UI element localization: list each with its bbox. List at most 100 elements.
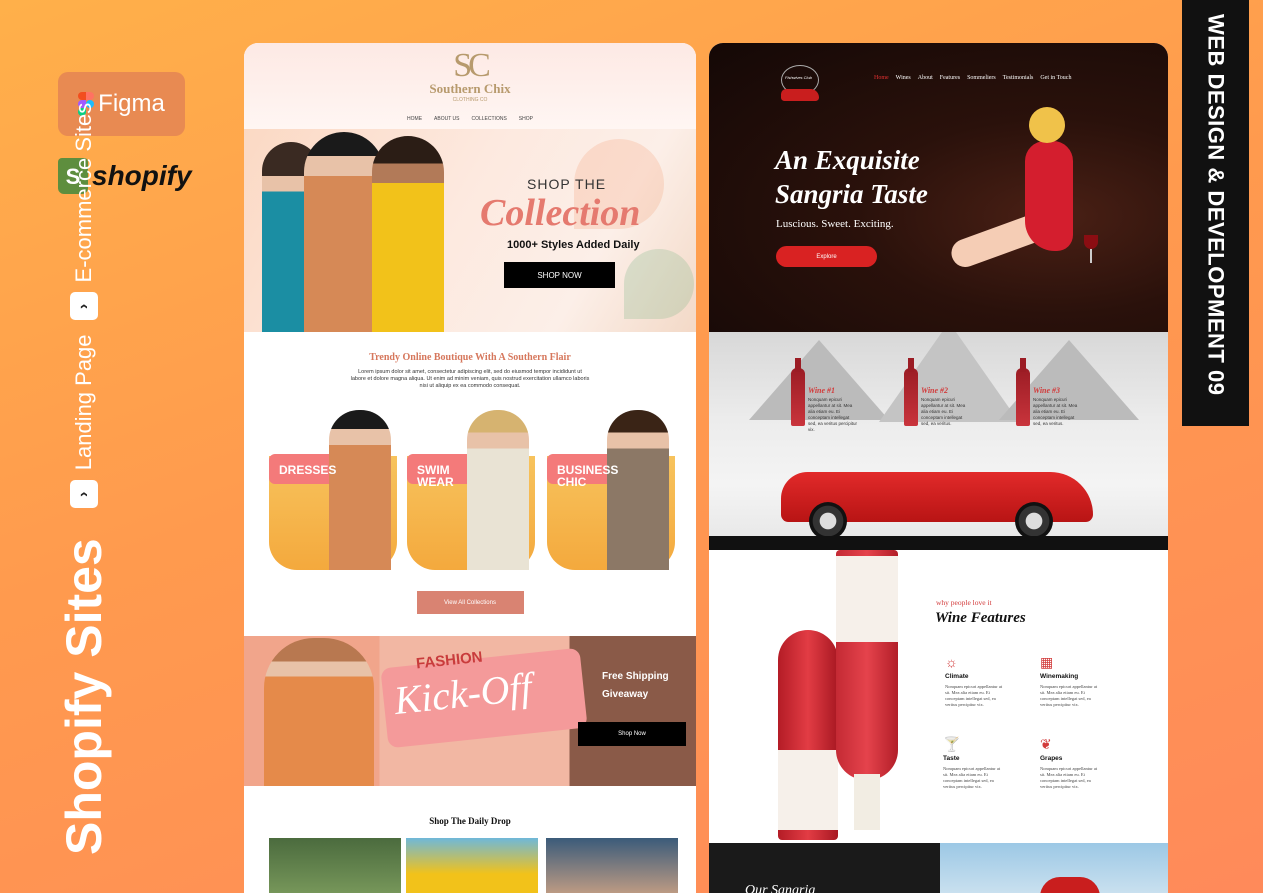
sangria-logo[interactable]: Fishwives Club — [777, 65, 823, 105]
nav-wines[interactable]: Wines — [896, 75, 911, 81]
sky-image — [940, 843, 1168, 893]
promo-free-line2: Giveaway — [602, 689, 649, 700]
sc-logo-mark[interactable]: SC — [244, 43, 696, 83]
feature-desc: Nonquam epicuri appellantur at sit. Mea … — [945, 684, 1003, 707]
sc-nav: HOME ABOUT US COLLECTIONS SHOP — [244, 116, 696, 122]
chevron-right-icon: › — [70, 480, 98, 509]
sc-nav-shop[interactable]: SHOP — [519, 116, 533, 122]
nav-features[interactable]: Features — [940, 75, 960, 81]
hero-title-line2: Sangria Taste — [775, 179, 928, 209]
car-logo-icon — [781, 89, 819, 101]
promo-free-shipping: Free Shipping Giveaway — [602, 668, 669, 704]
features-title: Wine Features — [935, 610, 1026, 626]
feature-climate: ☼ Climate Nonquam epicuri appellantur at… — [945, 654, 1007, 708]
product-tile[interactable] — [406, 838, 538, 893]
pinup-illustration — [929, 105, 1073, 305]
feature-grapes: ❦ Grapes Nonquam epicuri appellantur at … — [1040, 736, 1102, 790]
road-strip — [709, 536, 1168, 550]
category-model-image — [467, 410, 529, 570]
sangria-tagline: Luscious. Sweet. Exciting. — [776, 218, 894, 230]
explore-button[interactable]: Explore — [776, 246, 877, 267]
sc-nav-collections[interactable]: COLLECTIONS — [472, 116, 507, 122]
category-label: SWIM WEAR — [417, 463, 454, 489]
title-shopify-sites: Shopify Sites — [56, 538, 112, 855]
vertical-title: Shopify Sites › Landing Page › E-commerc… — [55, 89, 113, 855]
sangria-hero-title: An Exquisite Sangria Taste — [775, 143, 928, 211]
sangria-hero: Fishwives Club Home Wines About Features… — [709, 43, 1168, 332]
wine-bottle-image[interactable] — [904, 358, 918, 426]
feature-taste: 🍸 Taste Nonquam epicuri appellantur at s… — [943, 736, 1005, 790]
wine-bottle-image[interactable] — [1016, 358, 1030, 426]
leaf-decoration — [624, 249, 694, 319]
nav-home[interactable]: Home — [874, 75, 889, 81]
category-model-image — [329, 410, 391, 570]
sc-categories: DRESSES SWIM WEAR BUSINESS CHIC — [244, 410, 696, 576]
wine-bottle-image[interactable] — [791, 358, 805, 426]
hero-title-line1: An Exquisite — [775, 145, 920, 175]
nav-testimonials[interactable]: Testimonials — [1003, 75, 1034, 81]
sangria-nav: Home Wines About Features Sommeliers Tes… — [874, 75, 1071, 81]
grapes-icon: ❦ — [1040, 736, 1052, 752]
side-band-text: WEB DESIGN & DEVELOPMENT 09 — [1203, 14, 1229, 396]
feature-desc: Nonquam epicuri appellantur at sit. Mea … — [1040, 684, 1098, 707]
sc-hero: SHOP THE Collection 1000+ Styles Added D… — [244, 129, 696, 332]
cocktail-glass-icon: 🍸 — [943, 736, 961, 752]
car-wheel — [1015, 502, 1053, 540]
sun-icon: ☼ — [945, 654, 958, 670]
wine-desc: Nonquam epicuri appellantur at sit. Mea … — [1033, 397, 1078, 426]
barrel-icon: ▦ — [1040, 654, 1054, 670]
sc-promo-banner: FASHION Kick-Off Free Shipping Giveaway … — [244, 636, 696, 786]
bottle-image — [778, 630, 838, 840]
chevron-right-icon: › — [70, 292, 98, 321]
feature-title: Grapes — [1040, 755, 1063, 762]
feature-desc: Nonquam epicuri appellantur at sit. Mea … — [943, 766, 1001, 789]
category-label: DRESSES — [279, 463, 337, 477]
sc-intro-text: Lorem ipsum dolor sit amet, consectetur … — [350, 369, 590, 389]
sc-nav-about[interactable]: ABOUT US — [434, 116, 459, 122]
sangria-mockup: Fishwives Club Home Wines About Features… — [709, 43, 1168, 893]
feature-title: Winemaking — [1040, 673, 1079, 680]
category-card-dresses[interactable]: DRESSES — [269, 410, 397, 570]
bottom-heading: Our Sangria — [745, 883, 816, 893]
hero-styles-text: 1000+ Styles Added Daily — [507, 239, 640, 251]
side-band: WEB DESIGN & DEVELOPMENT 09 — [1182, 0, 1249, 426]
category-label: BUSINESS CHIC — [557, 463, 619, 489]
sc-logo-name: Southern Chix — [429, 81, 511, 96]
nav-sommeliers[interactable]: Sommeliers — [967, 75, 996, 81]
shop-now-button[interactable]: SHOP NOW — [504, 262, 615, 288]
category-card-business-chic[interactable]: BUSINESS CHIC — [547, 410, 675, 570]
wine-desc: Nonquam epicuri appellantur at sit. Mea … — [808, 397, 858, 432]
bottle-image — [836, 550, 898, 830]
nav-about[interactable]: About — [918, 75, 933, 81]
daily-drop-tiles — [244, 838, 696, 893]
promo-free-line1: Free Shipping — [602, 671, 669, 682]
why-people-love-it: why people love it — [936, 598, 992, 607]
sc-nav-home[interactable]: HOME — [407, 116, 422, 122]
feature-title: Climate — [945, 673, 969, 680]
sc-intro-title: Trendy Online Boutique With A Southern F… — [369, 352, 571, 363]
hero-collection: Collection — [480, 192, 641, 234]
product-tile[interactable] — [269, 838, 401, 893]
sangria-logo-text: Fishwives Club — [785, 75, 812, 80]
wine-name[interactable]: Wine #1 — [808, 386, 835, 395]
tag-landing-page: Landing Page — [71, 334, 96, 471]
promo-shop-now-button[interactable]: Shop Now — [578, 722, 686, 746]
hero-model-image — [372, 136, 444, 332]
sc-header: SC Southern Chix CLOTHING CO HOME ABOUT … — [244, 43, 696, 129]
feature-title: Taste — [943, 755, 960, 762]
wine-glass-icon — [1084, 235, 1098, 265]
feature-desc: Nonquam epicuri appellantur at sit. Mea … — [1040, 766, 1098, 789]
view-all-collections-button[interactable]: View All Collections — [416, 591, 524, 614]
nav-get-in-touch[interactable]: Get in Touch — [1040, 75, 1071, 81]
product-tile[interactable] — [546, 838, 678, 893]
category-card-swimwear[interactable]: SWIM WEAR — [407, 410, 535, 570]
sangria-bottom-strip: Our Sangria — [709, 843, 1168, 893]
wine-name[interactable]: Wine #2 — [921, 386, 948, 395]
southern-chix-mockup: SC Southern Chix CLOTHING CO HOME ABOUT … — [244, 43, 696, 893]
wines-section: Wine #1 Nonquam epicuri appellantur at s… — [709, 332, 1168, 550]
wine-name[interactable]: Wine #3 — [1033, 386, 1060, 395]
promo-model-image — [264, 638, 374, 786]
tag-ecommerce-sites: E-commerce Sites — [71, 102, 96, 283]
car-wheel — [809, 502, 847, 540]
dark-panel: Our Sangria — [709, 843, 940, 893]
